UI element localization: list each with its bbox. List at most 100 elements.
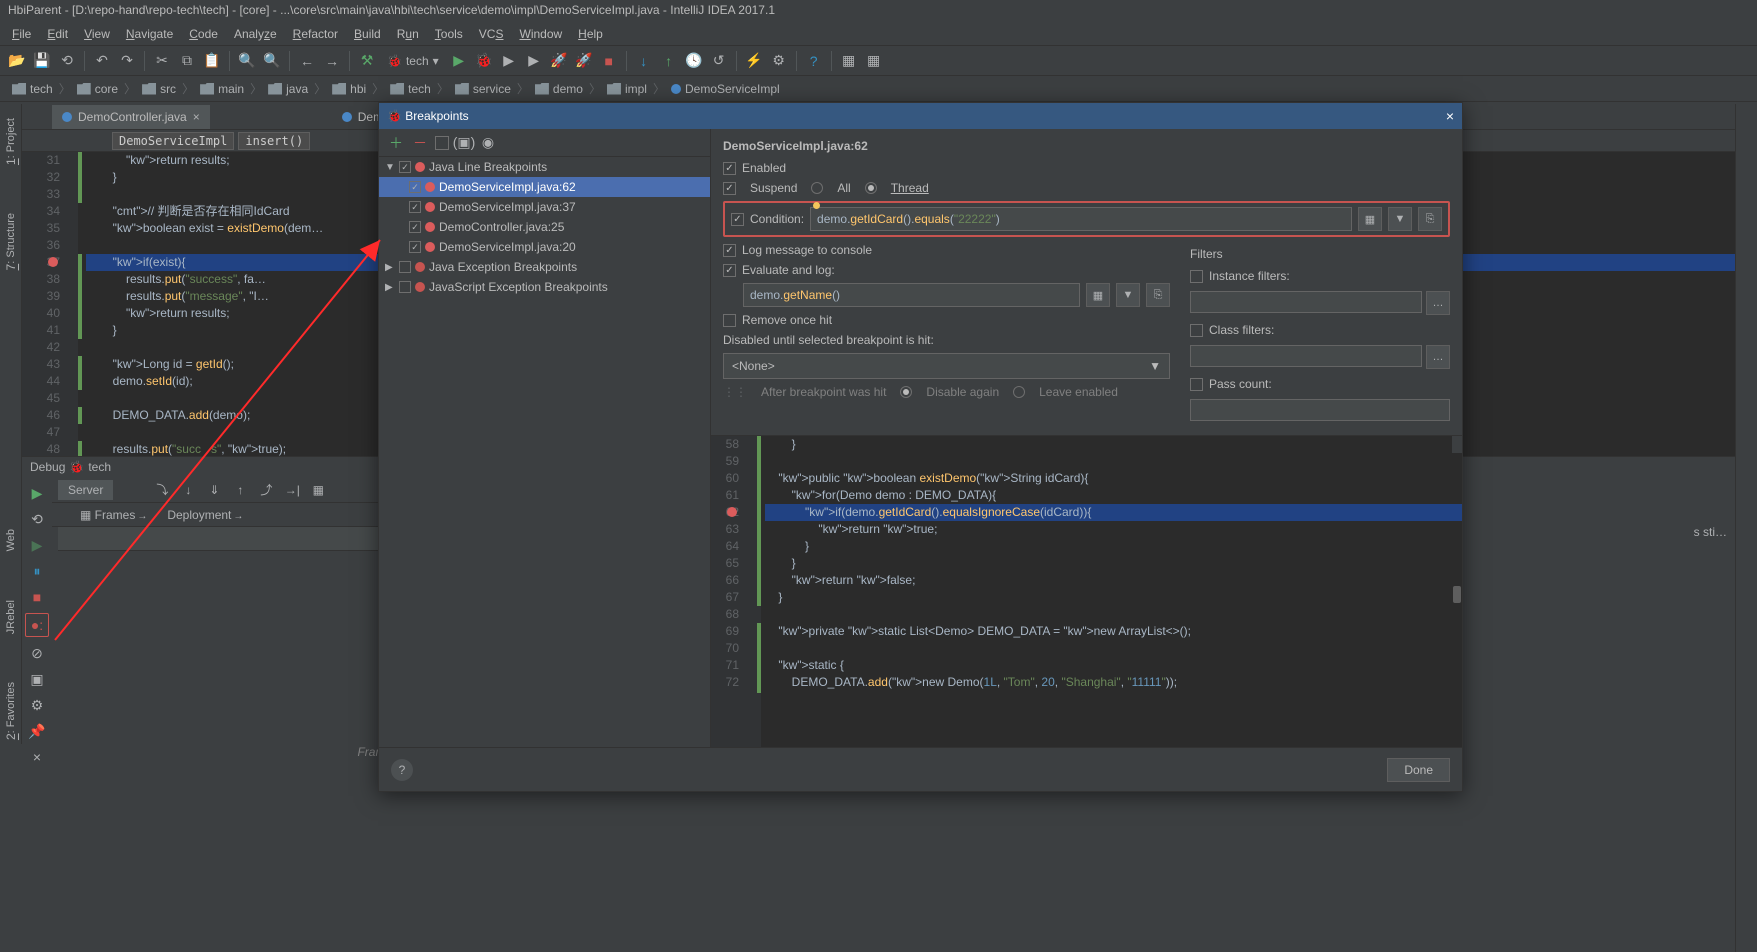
- disabled-until-select[interactable]: <None>▼: [723, 353, 1170, 379]
- class-filters-browse-icon[interactable]: …: [1426, 345, 1450, 369]
- back-icon[interactable]: ←: [296, 50, 318, 72]
- redo-icon[interactable]: ↷: [116, 50, 138, 72]
- jrebel-run-icon[interactable]: 🚀: [548, 50, 570, 72]
- cut-icon[interactable]: ✂: [151, 50, 173, 72]
- add-breakpoint-icon[interactable]: ＋: [387, 134, 405, 152]
- settings-icon[interactable]: ⚙: [768, 50, 790, 72]
- instance-filters-browse-icon[interactable]: …: [1426, 291, 1450, 315]
- crumb-hbi[interactable]: hbi: [328, 80, 370, 98]
- instance-filters-checkbox[interactable]: [1190, 270, 1203, 283]
- find-icon[interactable]: 🔍: [236, 50, 258, 72]
- tree-group-js-exception[interactable]: ▶JavaScript Exception Breakpoints: [379, 277, 710, 297]
- pin-icon[interactable]: 📌: [27, 721, 47, 741]
- grip-icon[interactable]: ⋮⋮: [723, 385, 747, 399]
- refresh-icon[interactable]: ⟲: [27, 509, 47, 529]
- stop-debug-icon[interactable]: ■: [27, 587, 47, 607]
- bp-tree-icon1[interactable]: [435, 136, 449, 150]
- condition-expand-icon[interactable]: ▦: [1358, 207, 1382, 231]
- pause-icon[interactable]: ⏸: [27, 561, 47, 581]
- condition-checkbox[interactable]: [731, 213, 744, 226]
- force-step-into-icon[interactable]: ⇓: [203, 479, 225, 501]
- vcs-revert-icon[interactable]: ↺: [708, 50, 730, 72]
- forward-icon[interactable]: →: [321, 50, 343, 72]
- class-filters-input[interactable]: [1190, 345, 1422, 367]
- crumb-impl[interactable]: impl: [603, 80, 651, 98]
- eval-history-icon[interactable]: ▼: [1116, 283, 1140, 307]
- crumb-main[interactable]: main: [196, 80, 248, 98]
- crumb-src[interactable]: src: [138, 80, 180, 98]
- tree-item-2[interactable]: DemoController.java:25: [379, 217, 710, 237]
- jrebel-debug-icon[interactable]: 🚀: [573, 50, 595, 72]
- log-console-checkbox[interactable]: [723, 244, 736, 257]
- menu-navigate[interactable]: Navigate: [118, 25, 181, 43]
- layout-icon[interactable]: ▣: [27, 669, 47, 689]
- bp-tree-group-icon[interactable]: ◉: [479, 134, 497, 152]
- stop-icon[interactable]: ■: [598, 50, 620, 72]
- crumb-tech[interactable]: tech: [8, 80, 57, 98]
- crumb-class[interactable]: DemoServiceImpl: [667, 80, 784, 98]
- instance-filters-input[interactable]: [1190, 291, 1422, 313]
- class-filters-checkbox[interactable]: [1190, 324, 1203, 337]
- crumb-core[interactable]: core: [73, 80, 122, 98]
- menu-window[interactable]: Window: [511, 25, 570, 43]
- dialog-help-icon[interactable]: ?: [391, 759, 413, 781]
- rail-favorites[interactable]: 2: Favorites: [2, 678, 20, 744]
- step-into-icon[interactable]: ↓: [177, 479, 199, 501]
- crumb-java[interactable]: java: [264, 80, 312, 98]
- build-icon[interactable]: ⚒: [356, 50, 378, 72]
- dialog-close-icon[interactable]: ×: [1446, 108, 1454, 124]
- lightbulb-icon[interactable]: [813, 202, 820, 209]
- breakpoint-preview-editor[interactable]: 585960616263646566676869707172 } "kw">pu…: [711, 435, 1462, 747]
- disable-again-radio[interactable]: [900, 386, 912, 398]
- preview-scrollbar-thumb[interactable]: [1453, 586, 1461, 603]
- tree-item-0[interactable]: DemoServiceImpl.java:62: [379, 177, 710, 197]
- save-icon[interactable]: 💾: [31, 50, 53, 72]
- condition-input[interactable]: demo.getIdCard().equals("22222"): [810, 207, 1352, 231]
- debug-tab-server[interactable]: Server: [58, 480, 113, 500]
- suspend-all-radio[interactable]: [811, 182, 823, 194]
- done-button[interactable]: Done: [1387, 758, 1450, 782]
- rerun-icon[interactable]: ▶: [27, 483, 47, 503]
- run-to-cursor-icon[interactable]: →|: [281, 479, 303, 501]
- run-config-selector[interactable]: 🐞 tech ▾: [381, 52, 445, 70]
- condition-history-icon[interactable]: ▼: [1388, 207, 1412, 231]
- crumb-service[interactable]: service: [451, 80, 515, 98]
- remove-breakpoint-icon[interactable]: －: [411, 134, 429, 152]
- dialog-titlebar[interactable]: 🐞 Breakpoints ×: [379, 103, 1462, 129]
- xrebel-icon[interactable]: ▦: [863, 50, 885, 72]
- rail-project[interactable]: 1: Project: [2, 114, 20, 169]
- crumb-class-box[interactable]: DemoServiceImpl: [112, 132, 234, 150]
- drop-frame-icon[interactable]: ⤴: [255, 479, 277, 501]
- tree-item-3[interactable]: DemoServiceImpl.java:20: [379, 237, 710, 257]
- profile-icon[interactable]: ▶: [523, 50, 545, 72]
- editor-gutter[interactable]: 313233343536373839404142434445464748: [22, 152, 78, 456]
- step-out-icon[interactable]: ↑: [229, 479, 251, 501]
- rail-structure[interactable]: 7: Structure: [2, 209, 20, 274]
- resume-icon[interactable]: ▶: [27, 535, 47, 555]
- undo-icon[interactable]: ↶: [91, 50, 113, 72]
- open-icon[interactable]: 📂: [6, 50, 28, 72]
- view-breakpoints-icon[interactable]: ●:: [25, 613, 49, 637]
- structure-icon[interactable]: ⚡: [743, 50, 765, 72]
- breakpoint-tree[interactable]: ▼Java Line Breakpoints DemoServiceImpl.j…: [379, 157, 710, 747]
- help-icon[interactable]: ?: [803, 50, 825, 72]
- menu-run[interactable]: Run: [389, 25, 427, 43]
- copy-icon[interactable]: ⧉: [176, 50, 198, 72]
- eval-copy-icon[interactable]: ⎘: [1146, 283, 1170, 307]
- menu-build[interactable]: Build: [346, 25, 389, 43]
- crumb-tech2[interactable]: tech: [386, 80, 435, 98]
- menu-edit[interactable]: Edit: [39, 25, 76, 43]
- vcs-update-icon[interactable]: ↓: [633, 50, 655, 72]
- editor-tab-democontroller[interactable]: DemoController.java×: [52, 105, 210, 129]
- deployment-tab[interactable]: Deployment: [159, 506, 251, 524]
- eval-expand-icon[interactable]: ▦: [1086, 283, 1110, 307]
- enabled-checkbox[interactable]: [723, 162, 736, 175]
- eval-log-checkbox[interactable]: [723, 264, 736, 277]
- tree-item-1[interactable]: DemoServiceImpl.java:37: [379, 197, 710, 217]
- rail-jrebel[interactable]: JRebel: [3, 596, 19, 638]
- leave-enabled-radio[interactable]: [1013, 386, 1025, 398]
- menu-analyze[interactable]: Analyze: [226, 25, 285, 43]
- suspend-checkbox[interactable]: [723, 182, 736, 195]
- vcs-history-icon[interactable]: 🕓: [683, 50, 705, 72]
- paste-icon[interactable]: 📋: [201, 50, 223, 72]
